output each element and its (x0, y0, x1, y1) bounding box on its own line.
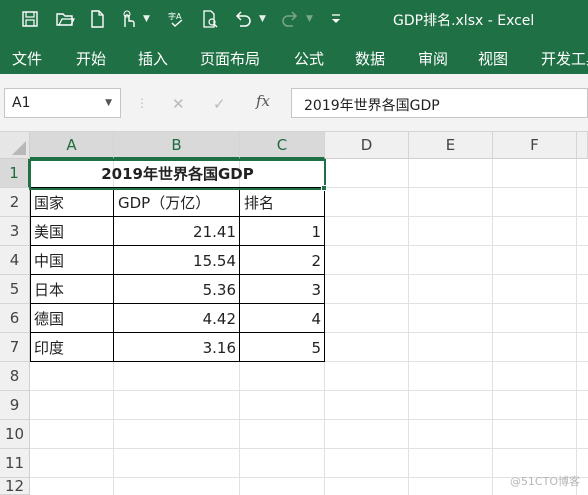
row-header[interactable]: 9 (0, 391, 30, 420)
table-cell-rank[interactable]: 3 (240, 275, 325, 304)
svg-text:字A: 字A (168, 11, 182, 21)
column-header-e[interactable]: E (409, 132, 493, 159)
table-cell-rank[interactable]: 4 (240, 304, 325, 333)
header-cell-country[interactable]: 国家 (30, 188, 114, 217)
table-cell-gdp[interactable]: 4.42 (114, 304, 240, 333)
save-icon[interactable] (19, 8, 41, 30)
table-border (30, 361, 325, 362)
chevron-down-icon[interactable]: ▼ (105, 98, 112, 108)
insert-function-icon[interactable]: fx (256, 92, 270, 110)
gridline (30, 448, 588, 449)
chevron-down-icon[interactable]: ▼ (143, 14, 150, 24)
name-box[interactable]: A1 ▼ (4, 88, 121, 118)
formula-bar: A1 ▼ ⋮ ✕ ✓ fx 2019年世界各国GDP (0, 74, 588, 132)
worksheet-grid[interactable]: A B C D E F 1 2 3 4 5 6 7 8 9 10 11 12 2… (0, 132, 588, 495)
table-border (30, 303, 325, 304)
row-header[interactable]: 6 (0, 304, 30, 333)
table-border (239, 187, 240, 362)
row-header[interactable]: 12 (0, 477, 30, 495)
table-cell-rank[interactable]: 5 (240, 333, 325, 362)
table-border (113, 187, 114, 362)
redo-icon (279, 8, 301, 30)
gridline (492, 159, 493, 495)
tab-insert[interactable]: 插入 (138, 48, 168, 69)
ribbon-tabs: 文件 开始 插入 页面布局 公式 数据 审阅 视图 开发工具 (0, 40, 588, 74)
enter-icon: ✓ (213, 95, 226, 113)
customize-icon[interactable] (325, 8, 347, 30)
column-header-f[interactable]: F (493, 132, 577, 159)
chevron-down-icon: ▼ (306, 14, 313, 24)
gridline (30, 477, 588, 478)
column-header-g[interactable] (577, 132, 588, 159)
table-cell-country[interactable]: 中国 (30, 246, 114, 275)
row-header[interactable]: 2 (0, 188, 30, 217)
table-cell-gdp[interactable]: 21.41 (114, 217, 240, 246)
row-header[interactable]: 5 (0, 275, 30, 304)
formula-input[interactable]: 2019年世界各国GDP (291, 88, 588, 118)
touch-icon[interactable] (117, 8, 139, 30)
row-header[interactable]: 4 (0, 246, 30, 275)
table-cell-rank[interactable]: 1 (240, 217, 325, 246)
table-border (30, 245, 325, 246)
cell-selection (29, 159, 326, 190)
undo-icon[interactable] (232, 8, 254, 30)
tab-data[interactable]: 数据 (355, 48, 385, 69)
column-header-c[interactable]: C (240, 132, 325, 159)
tab-view[interactable]: 视图 (478, 48, 508, 69)
gridline (576, 159, 577, 495)
header-cell-gdp[interactable]: GDP（万亿） (114, 188, 240, 217)
table-border (30, 216, 325, 217)
table-border (30, 274, 325, 275)
tab-developer[interactable]: 开发工具 (541, 48, 588, 69)
table-cell-country[interactable]: 德国 (30, 304, 114, 333)
tab-home[interactable]: 开始 (76, 48, 106, 69)
table-border (30, 332, 325, 333)
table-cell-country[interactable]: 美国 (30, 217, 114, 246)
row-header[interactable]: 10 (0, 420, 30, 449)
cancel-icon: ✕ (172, 95, 185, 113)
tab-formulas[interactable]: 公式 (294, 48, 324, 69)
table-border (30, 187, 31, 362)
column-header-a[interactable]: A (30, 132, 114, 159)
row-header[interactable]: 1 (0, 159, 30, 188)
row-header[interactable]: 11 (0, 449, 30, 478)
name-box-value: A1 (12, 95, 31, 111)
column-header-d[interactable]: D (325, 132, 409, 159)
more-options-icon: ⋮ (136, 96, 148, 110)
table-cell-gdp[interactable]: 3.16 (114, 333, 240, 362)
new-icon[interactable] (86, 8, 108, 30)
table-cell-country[interactable]: 日本 (30, 275, 114, 304)
row-header[interactable]: 7 (0, 333, 30, 362)
table-border (324, 187, 325, 362)
table-cell-gdp[interactable]: 5.36 (114, 275, 240, 304)
open-icon[interactable] (54, 8, 76, 30)
row-header[interactable]: 3 (0, 217, 30, 246)
tab-page-layout[interactable]: 页面布局 (200, 48, 260, 69)
fill-handle[interactable] (321, 185, 327, 191)
table-cell-gdp[interactable]: 15.54 (114, 246, 240, 275)
row-header[interactable]: 8 (0, 362, 30, 391)
tab-file[interactable]: 文件 (12, 48, 42, 69)
header-cell-rank[interactable]: 排名 (240, 188, 325, 217)
chevron-down-icon[interactable]: ▼ (259, 14, 266, 24)
table-cell-country[interactable]: 印度 (30, 333, 114, 362)
window-title: GDP排名.xlsx - Excel (393, 13, 535, 29)
title-bar: ▼ 字A ▼ ▼ GDP排名.xlsx - Excel (0, 0, 588, 40)
watermark: @51CTO博客 (509, 475, 580, 488)
table-cell-rank[interactable]: 2 (240, 246, 325, 275)
gridline (408, 159, 409, 495)
spellcheck-icon[interactable]: 字A (166, 8, 188, 30)
tab-review[interactable]: 审阅 (418, 48, 448, 69)
column-header-b[interactable]: B (114, 132, 240, 159)
gridline (30, 390, 588, 391)
print-preview-icon[interactable] (199, 8, 221, 30)
gridline (30, 419, 588, 420)
select-all-button[interactable] (0, 132, 30, 159)
